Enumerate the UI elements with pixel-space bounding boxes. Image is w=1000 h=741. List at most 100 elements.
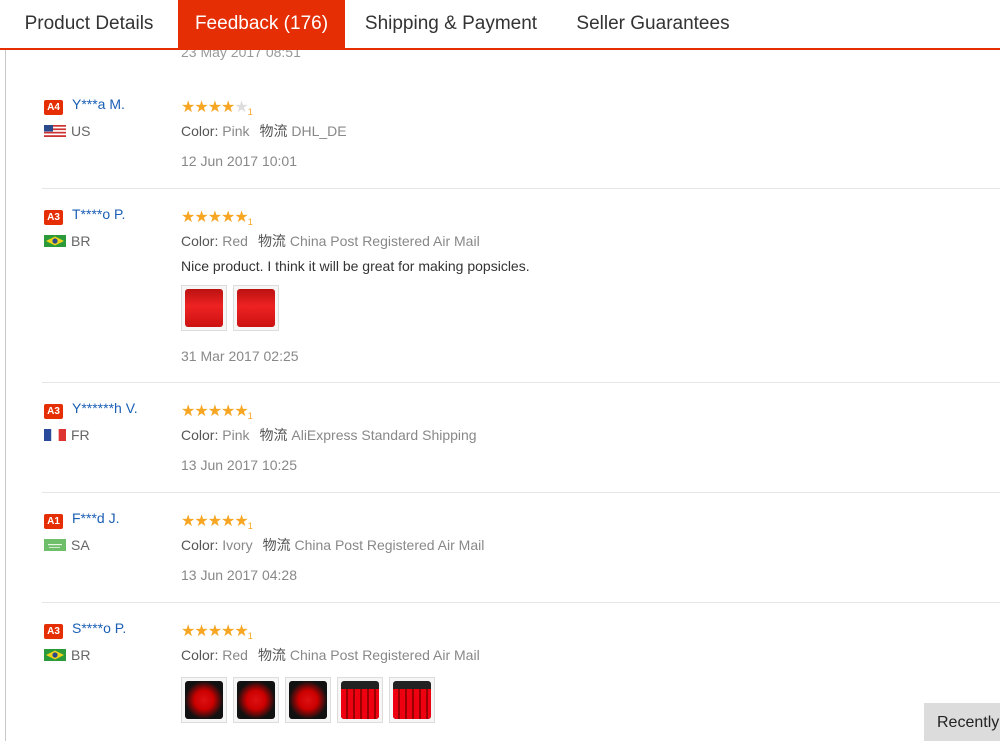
color-value: Red bbox=[222, 233, 248, 249]
review-meta: Color: Red 物流 China Post Registered Air M… bbox=[181, 231, 480, 251]
tab-bar: Product Details Feedback (176) Shipping … bbox=[0, 0, 1000, 50]
reviewer-name[interactable]: T****o P. bbox=[72, 206, 125, 222]
rating-count: 1 bbox=[247, 217, 253, 227]
buyer-level-badge: A4 bbox=[44, 100, 63, 115]
logistics-label: 物流 bbox=[257, 233, 286, 249]
review-meta: Color: Red 物流 China Post Registered Air M… bbox=[181, 645, 480, 665]
star-icon: ★ bbox=[207, 99, 222, 116]
br-flag-icon bbox=[44, 649, 66, 661]
buyer-level-badge: A3 bbox=[44, 624, 63, 639]
star-icon: ★ bbox=[234, 209, 248, 226]
star-icon: ★ bbox=[234, 403, 248, 420]
rating-stars: ★★★★★1 bbox=[181, 207, 253, 227]
previous-review-date: 23 May 2017 08:51 bbox=[181, 50, 301, 60]
reviewer-name[interactable]: Y******h V. bbox=[72, 400, 138, 416]
review-item: A1 F***d J. SA ★★★★★1 Color: Ivory 物流 Chi… bbox=[42, 493, 1000, 603]
feedback-list: 23 May 2017 08:51 A4 Y***a M. US ★★★★★1 … bbox=[0, 50, 1000, 741]
star-icon: ★ bbox=[194, 403, 208, 420]
rating-stars: ★★★★★1 bbox=[181, 97, 253, 117]
reviewer-country: FR bbox=[71, 427, 90, 443]
review-item: A3 S****o P. BR ★★★★★1 Color: Red 物流 Chin… bbox=[42, 603, 1000, 741]
star-icon: ★ bbox=[194, 209, 208, 226]
review-date: 13 Jun 2017 04:28 bbox=[181, 567, 297, 583]
rating-stars: ★★★★★1 bbox=[181, 621, 253, 641]
review-date: 13 Jun 2017 10:25 bbox=[181, 457, 297, 473]
review-item: A3 Y******h V. FR ★★★★★1 Color: Pink 物流 A… bbox=[42, 383, 1000, 493]
review-date: 12 Jun 2017 10:01 bbox=[181, 153, 297, 169]
review-photos bbox=[181, 285, 279, 331]
buyer-level-badge: A1 bbox=[44, 514, 63, 529]
rating-count: 1 bbox=[247, 521, 253, 531]
review-text: Nice product. I think it will be great f… bbox=[181, 258, 530, 274]
review-meta: Color: Pink 物流 DHL_DE bbox=[181, 121, 347, 141]
color-value: Pink bbox=[222, 427, 250, 443]
logistics-label: 物流 bbox=[257, 647, 286, 663]
color-label: Color: bbox=[181, 427, 219, 443]
recently-viewed-button[interactable]: Recently bbox=[924, 703, 1000, 741]
color-label: Color: bbox=[181, 233, 219, 249]
color-value: Red bbox=[222, 647, 248, 663]
star-icon: ★ bbox=[181, 99, 195, 116]
tab-feedback[interactable]: Feedback (176) bbox=[178, 0, 345, 48]
star-icon: ★ bbox=[207, 623, 222, 640]
tab-seller-guarantees[interactable]: Seller Guarantees bbox=[557, 0, 749, 48]
star-icon: ★ bbox=[181, 209, 195, 226]
review-photo[interactable] bbox=[181, 677, 227, 723]
star-icon: ★ bbox=[207, 209, 222, 226]
star-icon: ★ bbox=[221, 623, 235, 640]
reviewer-name[interactable]: F***d J. bbox=[72, 510, 119, 526]
rating-count: 1 bbox=[247, 631, 253, 641]
rating-count: 1 bbox=[247, 411, 253, 421]
rating-stars: ★★★★★1 bbox=[181, 401, 253, 421]
star-icon: ★ bbox=[181, 403, 195, 420]
review-photo[interactable] bbox=[233, 285, 279, 331]
star-icon: ★ bbox=[194, 99, 208, 116]
star-icon: ★ bbox=[207, 513, 222, 530]
review-photo[interactable] bbox=[181, 285, 227, 331]
tab-product-details[interactable]: Product Details bbox=[0, 0, 178, 48]
review-item: A3 T****o P. BR ★★★★★1 Color: Red 物流 Chin… bbox=[42, 189, 1000, 383]
star-icon: ★ bbox=[221, 99, 235, 116]
review-photos bbox=[181, 677, 435, 723]
star-icon: ★ bbox=[221, 403, 235, 420]
reviewer-country: BR bbox=[71, 647, 91, 663]
star-icon: ★ bbox=[207, 403, 222, 420]
rating-stars: ★★★★★1 bbox=[181, 511, 253, 531]
review-photo[interactable] bbox=[337, 677, 383, 723]
br-flag-icon bbox=[44, 235, 66, 247]
rating-count: 1 bbox=[247, 107, 253, 117]
shipping-value: DHL_DE bbox=[291, 123, 347, 139]
buyer-level-badge: A3 bbox=[44, 210, 63, 225]
logistics-label: 物流 bbox=[259, 123, 288, 139]
tab-shipping-payment[interactable]: Shipping & Payment bbox=[345, 0, 557, 48]
star-icon: ★ bbox=[234, 623, 248, 640]
review-meta: Color: Ivory 物流 China Post Registered Air… bbox=[181, 535, 484, 555]
review-meta: Color: Pink 物流 AliExpress Standard Shippi… bbox=[181, 425, 477, 445]
reviewer-name[interactable]: S****o P. bbox=[72, 620, 126, 636]
star-icon: ★ bbox=[181, 513, 195, 530]
logistics-label: 物流 bbox=[262, 537, 291, 553]
color-value: Ivory bbox=[222, 537, 253, 553]
color-label: Color: bbox=[181, 123, 219, 139]
star-icon: ★ bbox=[181, 623, 195, 640]
star-empty-icon: ★ bbox=[234, 99, 248, 116]
review-photo[interactable] bbox=[389, 677, 435, 723]
color-label: Color: bbox=[181, 537, 219, 553]
sa-flag-icon bbox=[44, 539, 66, 551]
review-photo[interactable] bbox=[233, 677, 279, 723]
us-flag-icon bbox=[44, 125, 66, 137]
shipping-value: China Post Registered Air Mail bbox=[289, 647, 480, 663]
shipping-value: China Post Registered Air Mail bbox=[289, 233, 480, 249]
reviewer-name[interactable]: Y***a M. bbox=[72, 96, 125, 112]
buyer-level-badge: A3 bbox=[44, 404, 63, 419]
review-date: 31 Mar 2017 02:25 bbox=[181, 348, 299, 364]
fr-flag-icon bbox=[44, 429, 66, 441]
review-photo[interactable] bbox=[285, 677, 331, 723]
shipping-value: China Post Registered Air Mail bbox=[294, 537, 485, 553]
shipping-value: AliExpress Standard Shipping bbox=[291, 427, 477, 443]
color-value: Pink bbox=[222, 123, 250, 139]
reviewer-country: BR bbox=[71, 233, 91, 249]
color-label: Color: bbox=[181, 647, 219, 663]
star-icon: ★ bbox=[221, 209, 235, 226]
star-icon: ★ bbox=[194, 623, 208, 640]
